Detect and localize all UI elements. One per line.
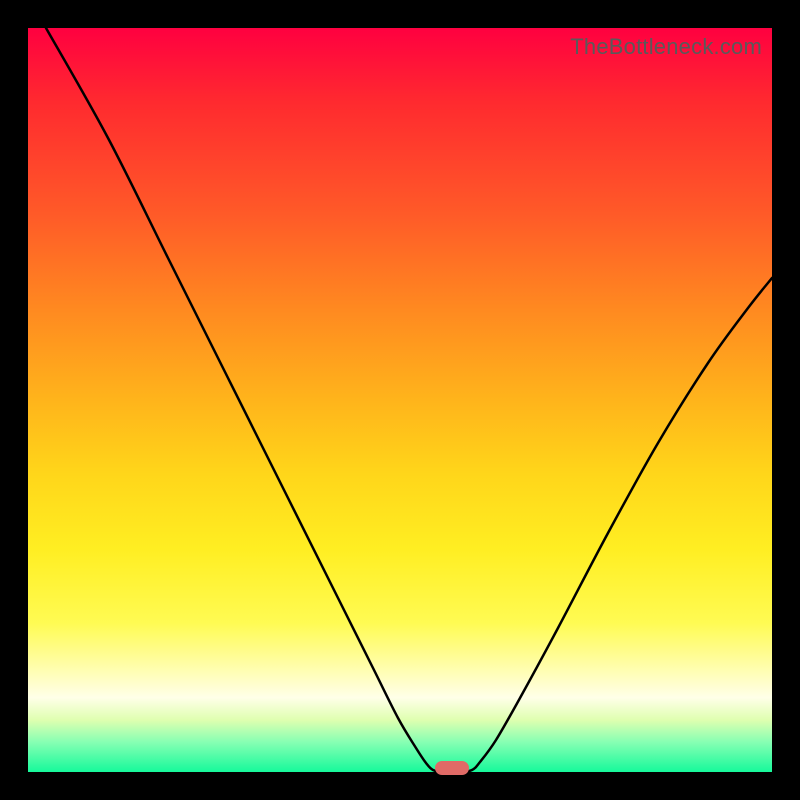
optimal-point-marker xyxy=(435,761,469,775)
chart-frame: TheBottleneck.com xyxy=(0,0,800,800)
plot-area: TheBottleneck.com xyxy=(28,28,772,772)
bottleneck-curve xyxy=(28,28,772,772)
